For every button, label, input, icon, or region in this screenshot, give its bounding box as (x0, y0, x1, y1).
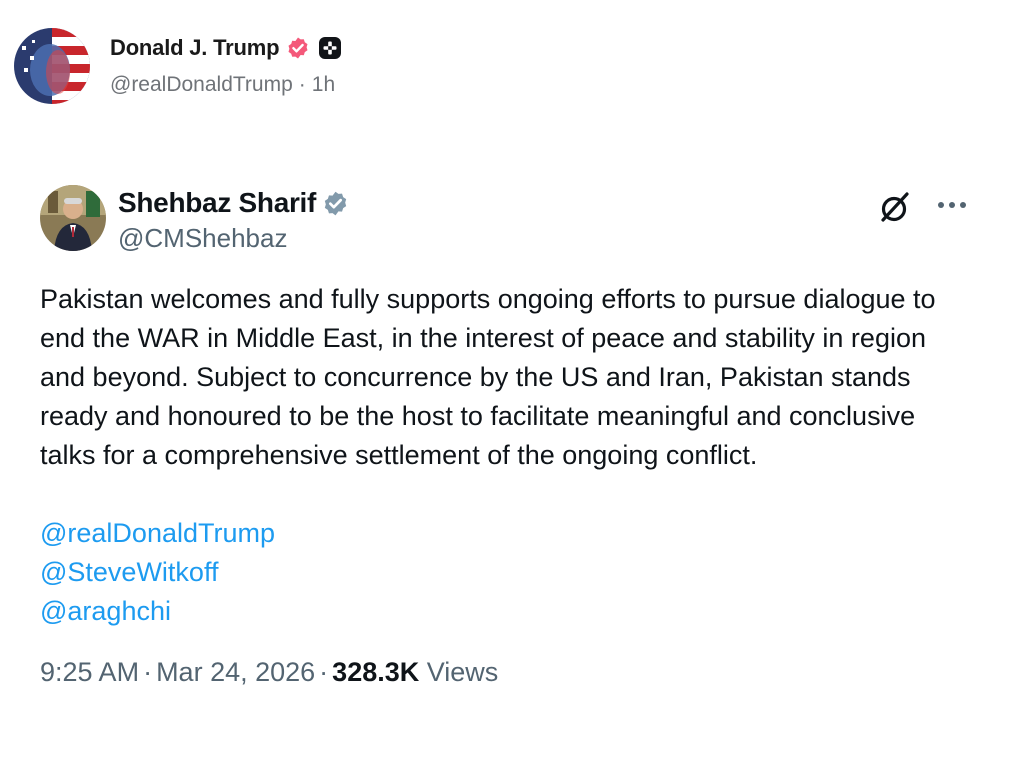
tweet-author-handle[interactable]: @CMShehbaz (118, 223, 287, 254)
avatar-image (14, 28, 90, 104)
more-options-icon[interactable] (934, 187, 970, 223)
views-count: 328.3K (332, 657, 420, 687)
tweet-time[interactable]: 9:25 AM (40, 657, 139, 687)
tweet-header: Shehbaz Sharif @CMShehbaz (40, 183, 980, 255)
tweet-text: Pakistan welcomes and fully supports ong… (40, 284, 944, 470)
author-name[interactable]: Donald J. Trump (110, 35, 280, 61)
post-header: Donald J. Trump @realDonaldTrump · 1h (14, 28, 342, 104)
footer-separator: · (319, 657, 329, 687)
verified-badge-icon (322, 190, 349, 217)
avatar[interactable] (14, 28, 90, 104)
embedded-tweet: Shehbaz Sharif @CMShehbaz Pakistan welco… (40, 183, 980, 688)
author-handle[interactable]: @realDonaldTrump (110, 73, 293, 96)
tweet-footer: 9:25 AM · Mar 24, 2026 · 328.3K Views (40, 657, 980, 688)
mention-link[interactable]: @realDonaldTrump (40, 514, 980, 553)
meta-separator: · (298, 73, 306, 96)
tweet-date[interactable]: Mar 24, 2026 (156, 657, 315, 687)
tweet-avatar-image (40, 185, 106, 251)
tweet-author-name[interactable]: Shehbaz Sharif (118, 187, 316, 219)
views-label: Views (426, 657, 499, 687)
mention-link[interactable]: @SteveWitkoff (40, 553, 980, 592)
verified-badge-icon (286, 36, 310, 60)
plus-badge-icon (318, 36, 342, 60)
footer-separator: · (143, 657, 153, 687)
post-meta: @realDonaldTrump · 1h (110, 73, 342, 97)
grok-icon[interactable] (878, 189, 914, 225)
tweet-mentions: @realDonaldTrump @SteveWitkoff @araghchi (40, 514, 980, 631)
tweet-avatar[interactable] (40, 185, 106, 251)
post-age[interactable]: 1h (312, 73, 335, 96)
mention-link[interactable]: @araghchi (40, 592, 980, 631)
